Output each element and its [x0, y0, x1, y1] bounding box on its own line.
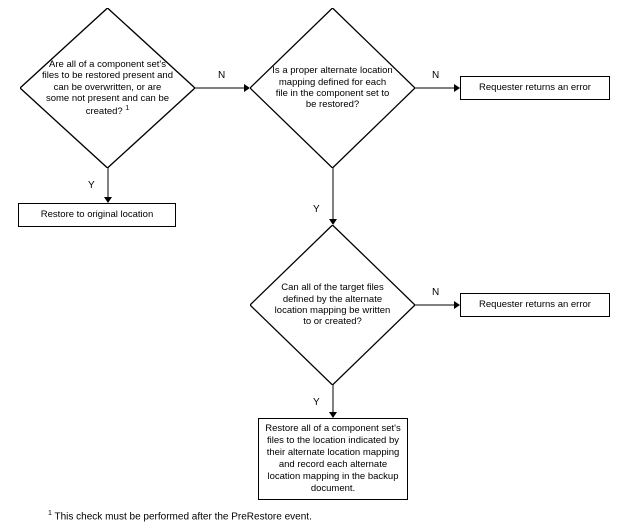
label-d3-n: N — [432, 287, 439, 298]
decision-can-write: Can all of the target files defined by t… — [250, 225, 415, 385]
box-error-bottom-text: Requester returns an error — [479, 299, 591, 311]
decision-files-present-text: Are all of a component set's files to be… — [42, 59, 173, 117]
decision-files-present-sup: 1 — [125, 105, 129, 112]
decision-can-write-text: Can all of the target files defined by t… — [250, 282, 415, 328]
arrow-d3-err — [415, 301, 460, 311]
label-d2-y: Y — [313, 204, 320, 215]
arrow-d1-d2 — [195, 84, 250, 94]
box-restore-original-text: Restore to original location — [41, 209, 153, 221]
label-d3-y: Y — [313, 397, 320, 408]
arrow-d2-err — [415, 84, 460, 94]
box-restore-alt-text: Restore all of a component set's files t… — [265, 423, 401, 494]
decision-alt-mapping-text: Is a proper alternate location mapping d… — [250, 65, 415, 111]
box-error-top-text: Requester returns an error — [479, 82, 591, 94]
decision-alt-mapping: Is a proper alternate location mapping d… — [250, 8, 415, 168]
decision-files-present: Are all of a component set's files to be… — [20, 8, 195, 168]
label-d1-y: Y — [88, 180, 95, 191]
flowchart-canvas: Are all of a component set's files to be… — [0, 0, 625, 532]
arrow-d3-box — [328, 385, 338, 418]
footnote: 1 This check must be performed after the… — [48, 510, 312, 522]
box-restore-alt: Restore all of a component set's files t… — [258, 418, 408, 500]
label-d2-n: N — [432, 70, 439, 81]
box-restore-original: Restore to original location — [18, 203, 176, 227]
arrow-d1-box — [103, 168, 113, 203]
box-error-top: Requester returns an error — [460, 76, 610, 100]
arrow-d2-d3 — [328, 168, 338, 225]
footnote-text: This check must be performed after the P… — [52, 511, 312, 522]
box-error-bottom: Requester returns an error — [460, 293, 610, 317]
label-d1-n: N — [218, 70, 225, 81]
